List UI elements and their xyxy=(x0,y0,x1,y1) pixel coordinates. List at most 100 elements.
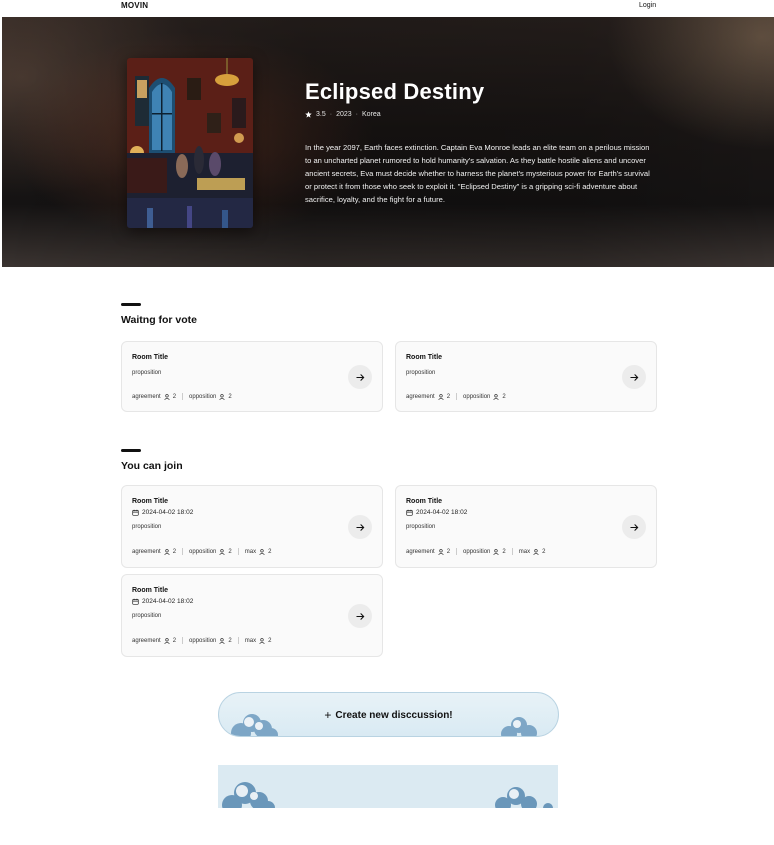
logo[interactable]: MOVIN xyxy=(121,1,148,10)
person-icon xyxy=(259,637,265,644)
create-discussion-text: Create new disccussion! xyxy=(335,710,453,721)
movie-poster xyxy=(127,58,253,228)
stat-divider xyxy=(182,637,184,644)
person-icon xyxy=(219,637,226,644)
opposition-label: opposition xyxy=(189,548,217,555)
max-count: 2 xyxy=(268,548,272,555)
room-proposition: proposition xyxy=(132,370,162,376)
join-room-card[interactable]: Room Title 2024-04-02 18:02 proposition … xyxy=(121,574,383,657)
person-icon xyxy=(533,548,539,555)
person-icon xyxy=(164,393,170,400)
stat-divider xyxy=(237,637,239,644)
person-icon xyxy=(164,637,170,644)
join-room-card[interactable]: Room Title 2024-04-02 18:02 proposition … xyxy=(395,485,657,568)
agreement-count: 2 xyxy=(446,393,451,400)
person-icon xyxy=(219,393,226,400)
person-icon xyxy=(259,548,265,555)
room-proposition: proposition xyxy=(132,524,162,530)
section-title-voting: Waitng for vote xyxy=(121,314,198,326)
room-title: Room Title xyxy=(132,587,169,594)
opposition-label: opposition xyxy=(189,393,217,400)
section-accent-bar xyxy=(121,449,141,452)
opposition-label: opposition xyxy=(189,637,217,644)
enter-room-button[interactable] xyxy=(622,365,646,389)
room-proposition: proposition xyxy=(406,370,436,376)
cloud-decoration xyxy=(222,782,553,808)
agreement-label: agreement xyxy=(132,393,161,400)
stat-divider xyxy=(511,548,513,555)
join-room-button[interactable] xyxy=(348,604,372,628)
agreement-count: 2 xyxy=(172,548,177,555)
star-icon xyxy=(305,111,312,118)
vote-room-card[interactable]: Room Title proposition agreement 2 oppos… xyxy=(395,341,657,412)
calendar-icon xyxy=(132,509,139,516)
opposition-count: 2 xyxy=(502,548,506,555)
max-count: 2 xyxy=(542,548,546,555)
room-title: Room Title xyxy=(406,354,443,361)
room-stats: agreement 2 opposition 2 xyxy=(406,393,506,400)
room-title: Room Title xyxy=(132,498,169,505)
calendar-icon xyxy=(406,509,413,516)
person-icon xyxy=(438,548,444,555)
arrow-right-icon xyxy=(629,523,638,531)
join-room-card[interactable]: Room Title 2024-04-02 18:02 proposition … xyxy=(121,485,383,568)
max-label: max xyxy=(244,548,257,555)
room-stats: agreement 2 opposition 2 max 2 xyxy=(406,548,545,555)
meta-separator: · xyxy=(329,111,333,118)
poster-illustration xyxy=(127,58,253,228)
sky-banner xyxy=(218,765,558,808)
opposition-label: opposition xyxy=(463,548,491,555)
room-stats: agreement 2 opposition 2 max 2 xyxy=(132,548,271,555)
person-icon xyxy=(438,393,444,400)
vote-room-card[interactable]: Room Title proposition agreement 2 oppos… xyxy=(121,341,383,412)
room-stats: agreement 2 opposition 2 max 2 xyxy=(132,637,271,644)
room-date: 2024-04-02 18:02 xyxy=(132,509,193,516)
stat-divider xyxy=(456,393,458,400)
join-room-button[interactable] xyxy=(348,515,372,539)
arrow-right-icon xyxy=(355,523,364,531)
movie-year: 2023 xyxy=(336,111,352,118)
opposition-count: 2 xyxy=(228,548,232,555)
person-icon xyxy=(493,548,500,555)
agreement-label: agreement xyxy=(406,548,435,555)
stat-divider xyxy=(182,393,184,400)
agreement-count: 2 xyxy=(172,637,177,644)
create-discussion-label: + Create new disccussion! xyxy=(219,708,558,722)
room-proposition: proposition xyxy=(132,613,162,619)
create-discussion-button[interactable]: + Create new disccussion! xyxy=(218,692,559,737)
room-proposition: proposition xyxy=(406,524,436,530)
agreement-label: agreement xyxy=(406,393,435,400)
max-label: max xyxy=(244,637,257,644)
movie-hero: Eclipsed Destiny 3.5 · 2023 · Korea In t… xyxy=(2,17,774,267)
meta-separator: · xyxy=(355,111,358,118)
movie-description: In the year 2097, Earth faces extinction… xyxy=(305,143,650,204)
arrow-right-icon xyxy=(629,373,638,381)
room-date-text: 2024-04-02 18:02 xyxy=(142,598,194,605)
top-navbar: MOVIN Login xyxy=(0,0,774,17)
arrow-right-icon xyxy=(355,373,364,381)
person-icon xyxy=(164,548,170,555)
room-stats: agreement 2 opposition 2 xyxy=(132,393,232,400)
enter-room-button[interactable] xyxy=(348,365,372,389)
movie-rating: 3.5 xyxy=(316,111,326,118)
login-link[interactable]: Login xyxy=(639,2,656,9)
section-accent-bar xyxy=(121,303,141,306)
max-label: max xyxy=(518,548,531,555)
room-title: Room Title xyxy=(132,354,169,361)
opposition-count: 2 xyxy=(228,637,232,644)
movie-country: Korea xyxy=(362,111,381,118)
stat-divider xyxy=(237,548,239,555)
plus-icon: + xyxy=(324,708,332,722)
opposition-count: 2 xyxy=(228,393,232,400)
person-icon xyxy=(219,548,226,555)
room-date: 2024-04-02 18:02 xyxy=(406,509,467,516)
room-date: 2024-04-02 18:02 xyxy=(132,598,193,605)
arrow-right-icon xyxy=(355,612,364,620)
room-title: Room Title xyxy=(406,498,443,505)
calendar-icon xyxy=(132,598,139,605)
opposition-label: opposition xyxy=(463,393,491,400)
join-room-button[interactable] xyxy=(622,515,646,539)
opposition-count: 2 xyxy=(502,393,506,400)
agreement-count: 2 xyxy=(446,548,451,555)
room-date-text: 2024-04-02 18:02 xyxy=(416,509,468,516)
